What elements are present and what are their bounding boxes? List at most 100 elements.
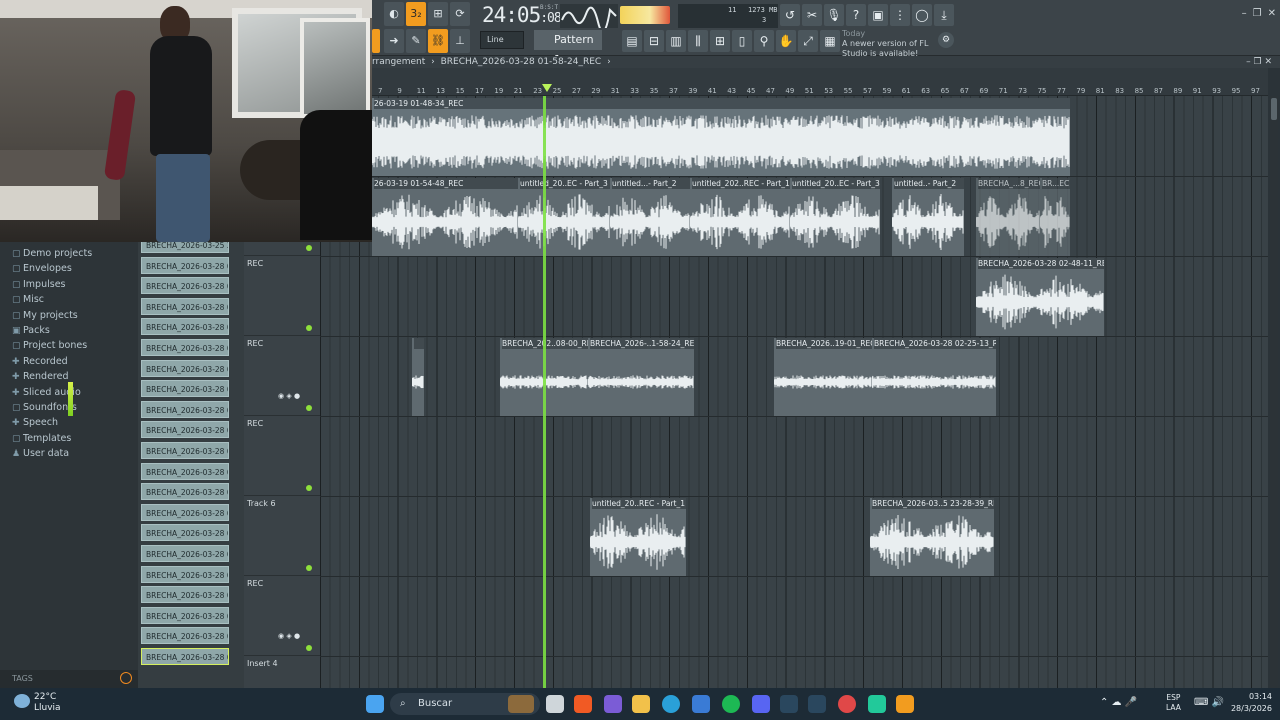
track-header[interactable]: REC [244, 256, 320, 336]
audio-clip[interactable]: BRECHA_2026-..1-58-24_REC [588, 338, 694, 416]
audio-clip[interactable] [412, 338, 424, 416]
audio-clip[interactable]: untitled..- Part_2 [892, 178, 964, 256]
track-enable-led[interactable] [306, 565, 312, 571]
picker-clip[interactable]: BRECHA_2026-03-28 03-... [141, 648, 229, 665]
picker-clip[interactable]: BRECHA_2026-03-28 02-... [141, 421, 229, 439]
audio-clip[interactable]: 26-03-19 01-48-34_REC [372, 98, 1070, 176]
countdown-icon[interactable]: 3₂ [406, 2, 426, 26]
track-enable-led[interactable] [306, 405, 312, 411]
window-controls[interactable]: – ❐ ✕ [1236, 8, 1276, 19]
plugin-picker-icon[interactable]: ⤢ [798, 30, 818, 52]
arrow-right-icon[interactable]: ➜ [384, 29, 404, 53]
playhead-marker[interactable] [542, 84, 552, 92]
store-icon[interactable] [692, 695, 710, 713]
news-panel[interactable]: Today A newer version of FL Studio is av… [842, 29, 940, 58]
browser-item[interactable]: ✚ Speech [12, 415, 58, 430]
track-controls[interactable]: ◉ ◈ ● [278, 392, 300, 400]
audio-clip[interactable]: untitled_20..REC - Part_1 [590, 498, 686, 576]
browser-item[interactable]: ▢ Envelopes [12, 261, 72, 276]
edge-icon[interactable] [662, 695, 680, 713]
app-icon[interactable] [838, 695, 856, 713]
download-icon[interactable]: ⤓ [934, 4, 954, 26]
steam-icon[interactable] [780, 695, 798, 713]
file-explorer-icon[interactable] [632, 695, 650, 713]
picker-clip[interactable]: BRECHA_2026-03-28 02-... [141, 400, 229, 418]
playlist-icon[interactable]: ▤ [622, 30, 642, 52]
picker-clip[interactable]: BRECHA_2026-03-28 02-... [141, 462, 229, 480]
blend-notes-icon[interactable]: ⊞ [428, 2, 448, 26]
browser-item[interactable]: ▣ Packs [12, 323, 50, 338]
browser-item[interactable]: ▢ Templates [12, 431, 71, 446]
track-header[interactable]: REC [244, 416, 320, 496]
app2-icon[interactable] [868, 695, 886, 713]
picker-clip[interactable]: BRECHA_2026-03-28 02-... [141, 442, 229, 459]
picker-clip[interactable]: BRECHA_2026-03-28 02-... [141, 380, 229, 398]
playlist-window-controls[interactable]: – ❐ ✕ [1246, 56, 1272, 68]
browser-item[interactable]: ▢ Project bones [12, 338, 87, 353]
stamp-icon[interactable]: ⊥ [450, 29, 470, 53]
picker-clip[interactable]: BRECHA_2026-03-28 02-... [141, 483, 229, 501]
piano-roll-icon[interactable]: ▥ [666, 30, 686, 52]
track-controls[interactable]: ◉ ◈ ● [278, 632, 300, 640]
touch-keyboard-icon[interactable]: ✋ [776, 30, 796, 52]
track-enable-led[interactable] [306, 325, 312, 331]
browser-item[interactable]: ▢ Misc [12, 292, 44, 307]
browser-item[interactable]: ▢ Demo projects [12, 246, 92, 261]
vertical-scrollbar[interactable] [1270, 96, 1278, 688]
audio-clip[interactable]: BRECHA_2026..19-01_REC [774, 338, 872, 416]
audio-clip[interactable]: untitled_20..EC - Part_3 [790, 178, 880, 256]
discord-icon[interactable] [752, 695, 770, 713]
browser-item[interactable]: ▢ Impulses [12, 277, 66, 292]
pattern-selector[interactable]: Pattern 1 [534, 30, 602, 66]
audio-clip[interactable]: BRECHA_2026-03-28 02-48-11_REC [976, 258, 1104, 336]
steam-alt-icon[interactable] [808, 695, 826, 713]
tray-icons[interactable]: ⌃ ☁ 🎤 [1100, 697, 1137, 708]
update-icon[interactable]: ⚙ [938, 32, 954, 48]
microphone-icon[interactable]: 🎙 [824, 4, 844, 26]
pencil-icon[interactable]: ✎ [406, 29, 426, 53]
language-indicator[interactable]: ESP LAA [1166, 693, 1181, 713]
mixer-icon[interactable]: ⋮ [890, 4, 910, 26]
browser-item[interactable]: ✚ Rendered [12, 369, 69, 384]
picker-clip[interactable]: BRECHA_2026-03-28 03-... [141, 586, 229, 604]
picker-clip[interactable]: BRECHA_2026-03-28 03-... [141, 606, 229, 624]
spotify-icon[interactable] [722, 695, 740, 713]
track-header[interactable]: Track 6 [244, 496, 320, 576]
audio-clip[interactable]: 26-03-19 01-54-48_REC [372, 178, 518, 256]
browser-icon[interactable]: ▯ [732, 30, 752, 52]
timeline-ruler[interactable]: 7 9 11 13 15 17 19 21 23 25 27 29 31 33 35 37 39 41 43 45 47… [372, 68, 1268, 96]
picker-clip[interactable]: BRECHA_2026-03-28 01-... [141, 339, 229, 356]
track-enable-led[interactable] [306, 485, 312, 491]
picker-clip[interactable]: BRECHA_2026-03-28 02-... [141, 359, 229, 377]
picker-clip[interactable]: BRECHA_2026-03-28 02-... [141, 524, 229, 542]
brave-icon[interactable] [574, 695, 592, 713]
menu-tab[interactable] [372, 29, 380, 53]
chat-icon[interactable]: ◯ [912, 4, 932, 26]
picker-clip[interactable]: BRECHA_2026-03-28 01-... [141, 277, 229, 295]
picker-clip[interactable]: BRECHA_2026-03-28 03-... [141, 565, 229, 583]
network-volume-icons[interactable]: ⌨ 🔊 [1194, 697, 1224, 708]
undo-icon[interactable]: ↺ [780, 4, 800, 26]
save-icon[interactable]: ▣ [868, 4, 888, 26]
picker-clip[interactable]: BRECHA_2026-03-28 03-... [141, 627, 229, 645]
audio-clip[interactable]: untitled...- Part_2 [610, 178, 690, 256]
tags-bar[interactable]: TAGS [0, 670, 138, 688]
link-icon[interactable]: ⛓ [428, 29, 448, 53]
audio-clip[interactable]: untitled_20..EC - Part_3 [518, 178, 610, 256]
tools-icon[interactable]: ✂ [802, 4, 822, 26]
clock[interactable]: 03:14 28/3/2026 [1231, 691, 1272, 715]
snap-select[interactable]: Line [480, 31, 524, 49]
browser-item[interactable]: ▢ My projects [12, 308, 78, 323]
copilot-icon[interactable] [604, 695, 622, 713]
fl-studio-icon[interactable] [896, 695, 914, 713]
mixer-view-icon[interactable]: ⫼ [688, 30, 708, 52]
shop-icon[interactable]: ▦ [820, 30, 840, 52]
search-icon[interactable] [120, 672, 132, 684]
search-highlight-icon[interactable] [508, 695, 534, 713]
picker-clip[interactable]: BRECHA_2026-03-28 01-... [141, 256, 229, 274]
picker-clip[interactable]: BRECHA_2026-03-28 01-... [141, 297, 229, 315]
help-icon[interactable]: ? [846, 4, 866, 26]
track-enable-led[interactable] [306, 645, 312, 651]
picker-clip[interactable]: BRECHA_2026-03-28 01-... [141, 318, 229, 336]
audio-clip[interactable]: BRECHA_...8_REC [976, 178, 1040, 256]
